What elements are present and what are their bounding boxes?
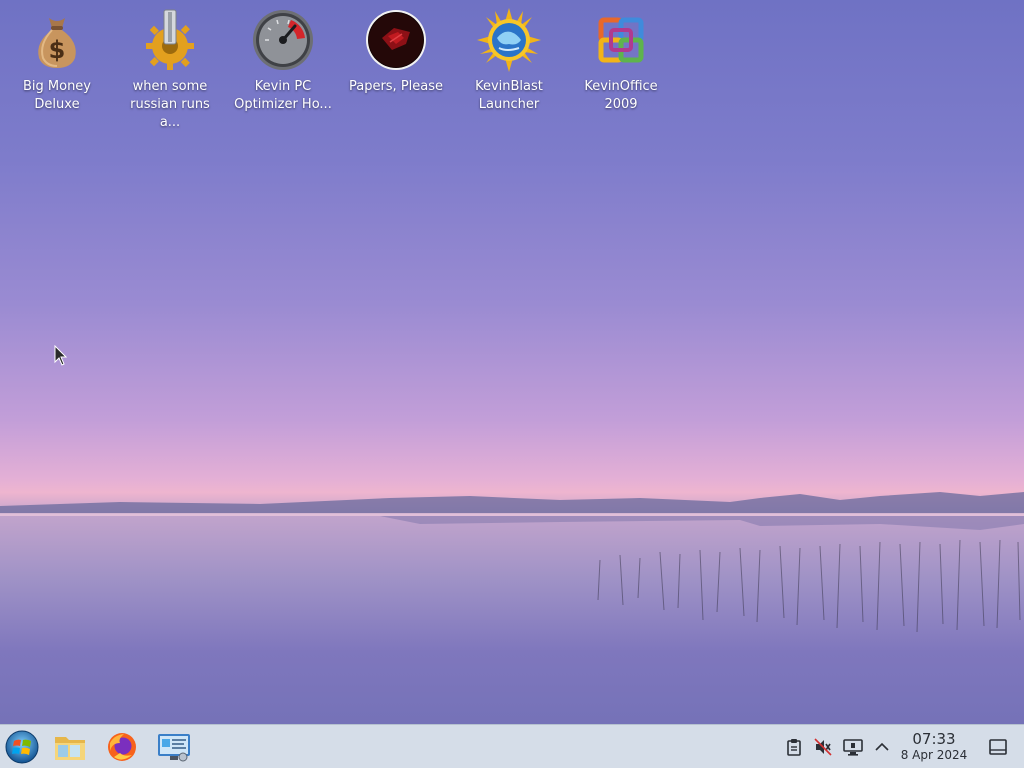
control-panel-button[interactable] [156, 729, 192, 765]
money-bag-icon: $ [38, 18, 76, 68]
globe-sun-icon [477, 8, 541, 72]
mouse-cursor-icon [54, 345, 68, 366]
desktop-icon-kevin-pc-optimizer[interactable]: Kevin PC Optimizer Ho... [229, 8, 337, 114]
desktop-icon-kevinblast-launcher[interactable]: KevinBlast Launcher [455, 8, 563, 114]
gear-icon [146, 9, 194, 70]
display-icon[interactable] [843, 737, 863, 757]
chevron-up-icon[interactable] [872, 737, 892, 757]
taskbar: 07:33 8 Apr 2024 [0, 724, 1024, 768]
start-menu-button[interactable] [4, 729, 40, 765]
desktop[interactable]: $ Big Money Deluxe when some russian run… [0, 0, 1024, 724]
papers-please-icon [366, 10, 426, 70]
folder-icon [55, 737, 85, 760]
office-logo-icon [598, 17, 644, 63]
desktop-icon-label: KevinBlast Launcher [475, 79, 543, 112]
clock[interactable]: 07:33 8 Apr 2024 [896, 731, 972, 763]
start-orb-icon [5, 730, 39, 764]
desktop-icon-kevinoffice-2009[interactable]: KevinOffice 2009 [567, 8, 675, 114]
volume-muted-icon[interactable] [813, 737, 833, 757]
desktop-icon-label: Kevin PC Optimizer Ho... [234, 79, 332, 112]
wallpaper-horizon [0, 492, 1024, 633]
desktop-icon-label: Big Money Deluxe [22, 79, 91, 112]
clock-time: 07:33 [912, 730, 956, 748]
svg-text:$: $ [49, 36, 66, 64]
file-manager-button[interactable] [52, 729, 88, 765]
control-panel-icon [158, 734, 190, 762]
speedometer-icon [253, 10, 313, 70]
show-desktop-icon[interactable] [988, 737, 1008, 757]
desktop-icon-label: Papers, Please [348, 79, 444, 94]
desktop-icon-papers-please[interactable]: Papers, Please [342, 8, 450, 96]
clock-date: 8 Apr 2024 [900, 748, 968, 762]
desktop-icon-label: KevinOffice 2009 [584, 79, 658, 112]
desktop-icon-when-some-russian[interactable]: when some russian runs a... [116, 8, 224, 132]
desktop-icon-label: when some russian runs a... [130, 79, 210, 130]
desktop-icon-big-money-deluxe[interactable]: $ Big Money Deluxe [3, 8, 111, 114]
clipboard-icon[interactable] [784, 737, 804, 757]
firefox-icon [108, 733, 136, 761]
firefox-button[interactable] [104, 729, 140, 765]
